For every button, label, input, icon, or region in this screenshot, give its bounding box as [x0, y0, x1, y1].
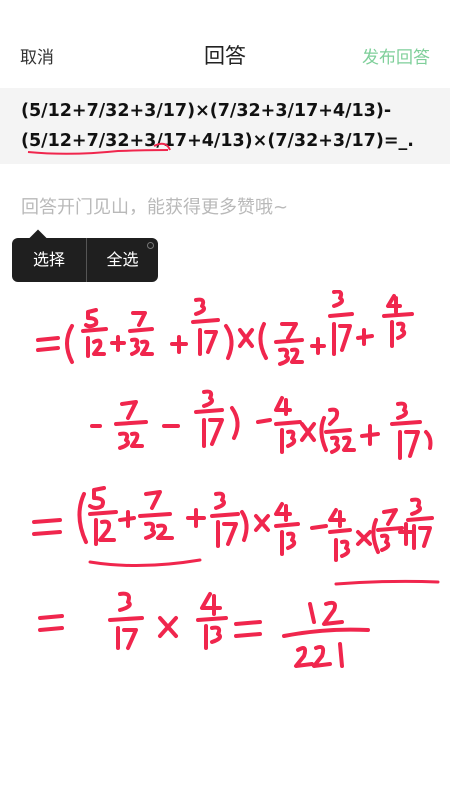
question-highlight-marks	[27, 142, 171, 155]
select-button[interactable]: 选择	[12, 238, 86, 282]
text-selection-popup: 选择 全选	[12, 229, 158, 282]
answer-input[interactable]: 回答开门见山，能获得更多赞哦~	[21, 193, 288, 219]
handwritten-solution-image	[32, 290, 440, 668]
popup-handle-dot	[147, 242, 154, 249]
